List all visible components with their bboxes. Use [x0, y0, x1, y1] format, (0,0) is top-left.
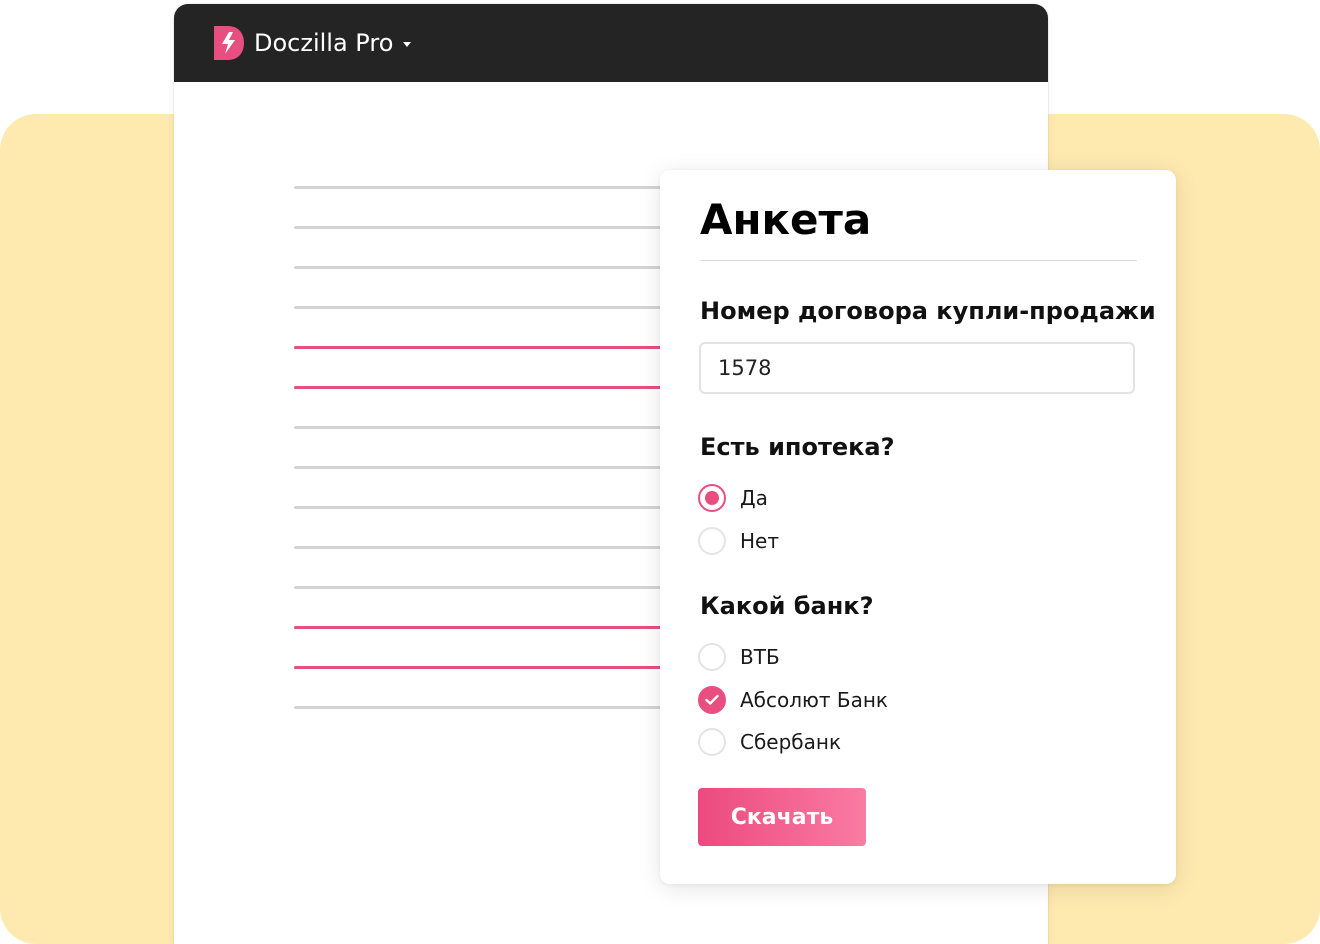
bank-option-absolut[interactable]: Абсолют Банк: [698, 685, 888, 715]
doczilla-logo-icon: [214, 26, 244, 60]
form-title: Анкета: [700, 195, 872, 244]
app-switcher[interactable]: Doczilla Pro: [254, 28, 412, 58]
option-label: Нет: [740, 529, 779, 553]
document-line-highlighted: [294, 666, 674, 669]
document-line: [294, 186, 674, 189]
document-line: [294, 306, 674, 309]
checkbox-empty-icon[interactable]: [698, 643, 726, 671]
document-line-highlighted: [294, 346, 674, 349]
contract-number-label: Номер договора купли-продажи: [700, 297, 1156, 325]
mortgage-question-label: Есть ипотека?: [700, 433, 895, 461]
document-line-highlighted: [294, 626, 674, 629]
option-label: Сбербанк: [740, 730, 842, 754]
document-line: [294, 266, 674, 269]
title-divider: [700, 260, 1137, 261]
document-line: [294, 506, 674, 509]
option-label: ВТБ: [740, 645, 780, 669]
document-line: [294, 226, 674, 229]
bank-question-label: Какой банк?: [700, 592, 874, 620]
caret-down-icon: [403, 41, 412, 47]
bank-option-vtb[interactable]: ВТБ: [698, 642, 780, 672]
mortgage-option-no[interactable]: Нет: [698, 526, 779, 556]
radio-empty-icon[interactable]: [698, 527, 726, 555]
mortgage-option-yes[interactable]: Да: [698, 483, 768, 513]
document-line-highlighted: [294, 386, 674, 389]
document-line: [294, 426, 674, 429]
titlebar: Doczilla Pro: [174, 4, 1048, 82]
download-button[interactable]: Скачать: [698, 788, 866, 846]
checkmark-icon[interactable]: [698, 686, 726, 714]
document-line: [294, 706, 674, 709]
checkbox-empty-icon[interactable]: [698, 728, 726, 756]
document-line: [294, 466, 674, 469]
radio-selected-icon[interactable]: [698, 484, 726, 512]
contract-number-input[interactable]: [699, 342, 1135, 394]
app-title: Doczilla Pro: [254, 29, 394, 57]
bank-option-sberbank[interactable]: Сбербанк: [698, 727, 841, 757]
document-line: [294, 586, 674, 589]
option-label: Да: [740, 486, 768, 510]
questionnaire-card: Анкета Номер договора купли-продажи Есть…: [660, 170, 1176, 884]
option-label: Абсолют Банк: [740, 688, 889, 712]
document-line: [294, 546, 674, 549]
